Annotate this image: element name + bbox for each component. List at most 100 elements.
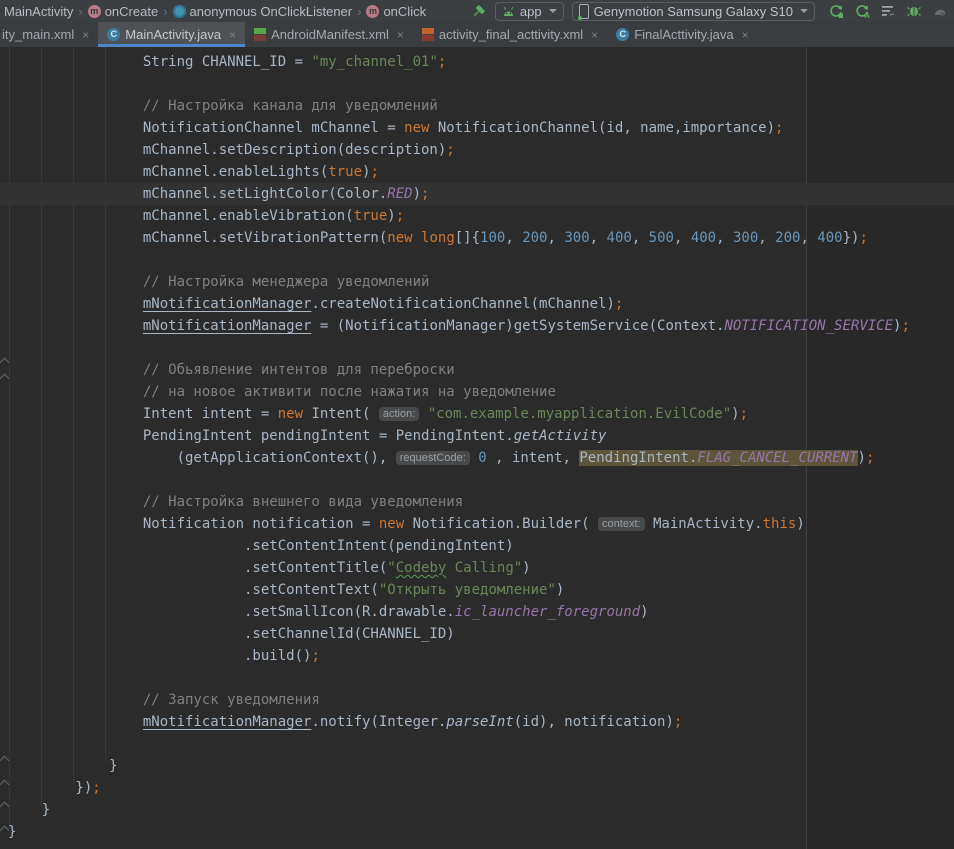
- code-token: RED: [387, 186, 412, 202]
- code-line[interactable]: mChannel.setLightColor(Color.RED);: [0, 183, 954, 205]
- coverage-icon[interactable]: [879, 3, 896, 20]
- code-line[interactable]: mChannel.enableVibration(true);: [0, 205, 954, 227]
- code-line[interactable]: [0, 249, 954, 271]
- code-token: .setChannelId(CHANNEL_ID): [8, 626, 455, 642]
- close-icon[interactable]: ×: [397, 28, 404, 42]
- device-label: Genymotion Samsung Galaxy S10: [594, 4, 793, 19]
- tab-label: MainActivity.java: [125, 27, 221, 42]
- profiler-icon[interactable]: [931, 3, 948, 20]
- code-line[interactable]: });: [0, 777, 954, 799]
- code-line[interactable]: }: [0, 799, 954, 821]
- code-token: mNotificationManager: [143, 714, 312, 730]
- code-token: ": [387, 560, 395, 576]
- code-token: [413, 230, 421, 246]
- code-token: ,: [505, 230, 522, 246]
- breadcrumb-item-anonymous-onclicklistener[interactable]: anonymous OnClickListener: [171, 4, 355, 19]
- code-line[interactable]: mChannel.enableLights(true);: [0, 161, 954, 183]
- code-line[interactable]: .setContentIntent(pendingIntent): [0, 535, 954, 557]
- tab-MainActivity-java[interactable]: CMainActivity.java×: [98, 22, 245, 47]
- code-token: mChannel.enableLights(: [8, 164, 328, 180]
- code-token: ,: [800, 230, 817, 246]
- code-line[interactable]: [0, 667, 954, 689]
- breadcrumb-separator: ›: [357, 4, 361, 19]
- apply-code-changes-icon[interactable]: A: [853, 3, 870, 20]
- breadcrumb-item-mainactivity[interactable]: MainActivity: [2, 4, 75, 19]
- layout-file-icon: [422, 28, 434, 41]
- close-icon[interactable]: ×: [82, 28, 89, 42]
- code-line[interactable]: PendingIntent pendingIntent = PendingInt…: [0, 425, 954, 447]
- tab-FinalActtivity-java[interactable]: CFinalActtivity.java×: [607, 22, 757, 47]
- code-line[interactable]: mNotificationManager = (NotificationMana…: [0, 315, 954, 337]
- code-token: Notification.Builder(: [404, 516, 598, 532]
- code-token: mChannel.setLightColor(Color.: [8, 186, 387, 202]
- breadcrumb-item-onclick[interactable]: monClick: [364, 4, 428, 19]
- code-token: .createNotificationChannel(mChannel): [311, 296, 614, 312]
- code-line[interactable]: mChannel.setVibrationPattern(new long[]{…: [0, 227, 954, 249]
- code-line[interactable]: [0, 337, 954, 359]
- code-line[interactable]: .build();: [0, 645, 954, 667]
- device-phone-icon: [579, 4, 589, 19]
- code-line[interactable]: // на новое активити после нажатия на ув…: [0, 381, 954, 403]
- code-line[interactable]: (getApplicationContext(), requestCode: 0…: [0, 447, 954, 469]
- code-token: [470, 450, 478, 466]
- code-token: [419, 406, 427, 422]
- code-lines[interactable]: String CHANNEL_ID = "my_channel_01"; // …: [0, 51, 954, 843]
- code-line[interactable]: .setContentText("Открыть уведомление"): [0, 579, 954, 601]
- code-token: ,: [674, 230, 691, 246]
- debug-icon[interactable]: [905, 3, 922, 20]
- code-line[interactable]: // Настройка внешнего вида уведомления: [0, 491, 954, 513]
- code-token: ): [387, 208, 395, 224]
- code-line[interactable]: }: [0, 821, 954, 843]
- close-icon[interactable]: ×: [229, 28, 236, 42]
- code-token: PendingIntent pendingIntent = PendingInt…: [8, 428, 514, 444]
- code-line[interactable]: Intent intent = new Intent( action: "com…: [0, 403, 954, 425]
- code-line[interactable]: mNotificationManager.notify(Integer.pars…: [0, 711, 954, 733]
- code-line[interactable]: String CHANNEL_ID = "my_channel_01";: [0, 51, 954, 73]
- editor[interactable]: String CHANNEL_ID = "my_channel_01"; // …: [0, 47, 954, 849]
- code-line[interactable]: .setChannelId(CHANNEL_ID): [0, 623, 954, 645]
- tab-AndroidManifest-xml[interactable]: AndroidManifest.xml×: [245, 22, 413, 47]
- tab-activity_final_acttivity-xml[interactable]: activity_final_acttivity.xml×: [413, 22, 607, 47]
- code-line[interactable]: // Настройка менеджера уведомлений: [0, 271, 954, 293]
- code-token: mChannel.enableVibration(: [8, 208, 354, 224]
- code-token: ;: [396, 208, 404, 224]
- code-line[interactable]: mChannel.setDescription(description);: [0, 139, 954, 161]
- code-line[interactable]: [0, 733, 954, 755]
- code-token: 300: [564, 230, 589, 246]
- build-hammer-icon[interactable]: [470, 3, 487, 20]
- code-token: NotificationChannel mChannel =: [8, 120, 404, 136]
- code-token: ): [556, 582, 564, 598]
- code-line[interactable]: Notification notification = new Notifica…: [0, 513, 954, 535]
- code-line[interactable]: .setContentTitle("Codeby Calling"): [0, 557, 954, 579]
- code-token: String CHANNEL_ID =: [8, 54, 311, 70]
- code-line[interactable]: NotificationChannel mChannel = new Notif…: [0, 117, 954, 139]
- code-token: getActivity: [514, 428, 607, 444]
- close-icon[interactable]: ×: [591, 28, 598, 42]
- tab-ity_main-xml[interactable]: ity_main.xml×: [0, 22, 98, 47]
- code-line[interactable]: // Настройка канала для уведомлений: [0, 95, 954, 117]
- module-selector[interactable]: app: [495, 2, 564, 21]
- code-token: }): [843, 230, 860, 246]
- code-token: (getApplicationContext(),: [8, 450, 396, 466]
- code-line[interactable]: // Обьявление интентов для переброски: [0, 359, 954, 381]
- apply-changes-restart-icon[interactable]: [827, 3, 844, 20]
- code-line[interactable]: [0, 73, 954, 95]
- code-token: Intent intent =: [8, 406, 278, 422]
- breadcrumb-item-oncreate[interactable]: monCreate: [86, 4, 160, 19]
- svg-text:A: A: [864, 11, 870, 19]
- breadcrumb-label: onClick: [383, 4, 426, 19]
- code-token: ,: [716, 230, 733, 246]
- code-line[interactable]: .setSmallIcon(R.drawable.ic_launcher_for…: [0, 601, 954, 623]
- code-line[interactable]: }: [0, 755, 954, 777]
- device-selector[interactable]: Genymotion Samsung Galaxy S10: [572, 2, 815, 21]
- code-token: PendingIntent.: [579, 450, 697, 466]
- code-token: // на новое активити после нажатия на ув…: [8, 384, 556, 400]
- code-token: ): [522, 560, 530, 576]
- breadcrumb-separator: ›: [163, 4, 167, 19]
- code-token: 0: [478, 450, 486, 466]
- code-token: }): [8, 780, 92, 796]
- code-line[interactable]: mNotificationManager.createNotificationC…: [0, 293, 954, 315]
- close-icon[interactable]: ×: [742, 28, 749, 42]
- code-line[interactable]: [0, 469, 954, 491]
- code-line[interactable]: // Запуск уведомления: [0, 689, 954, 711]
